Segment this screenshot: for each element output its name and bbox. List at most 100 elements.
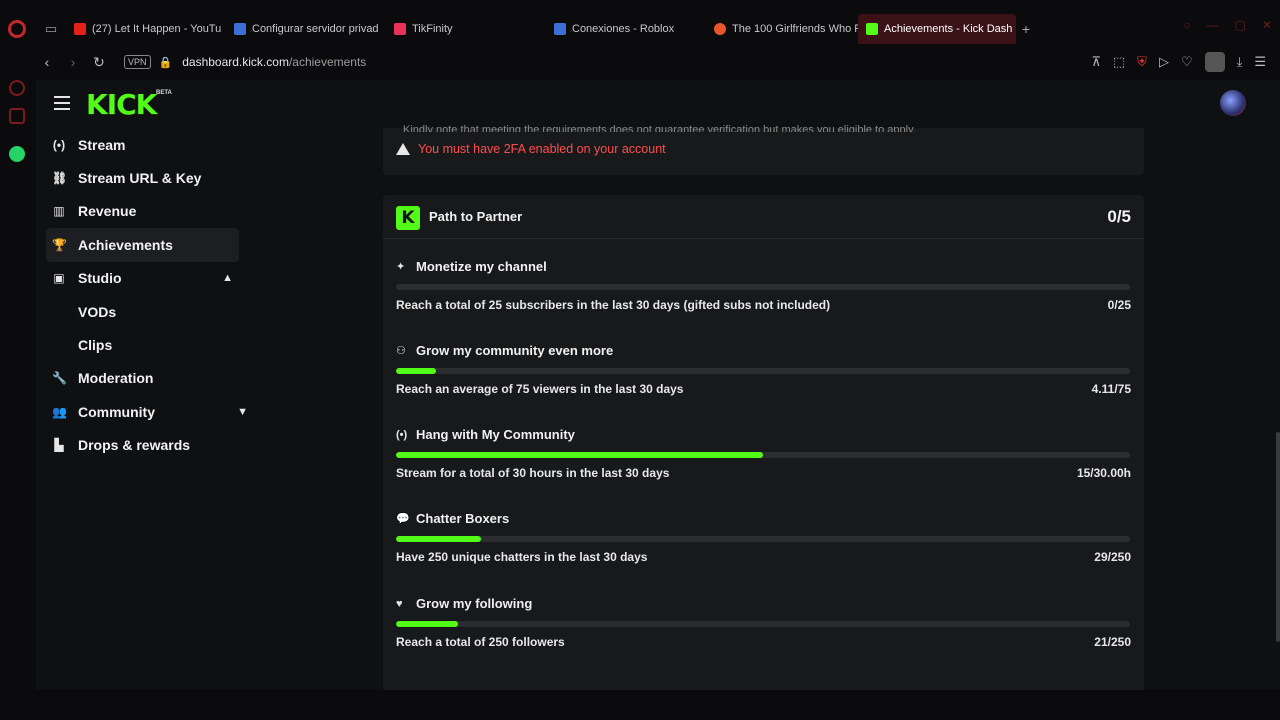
url-path: /achievements [288,55,367,69]
search-tabs-icon[interactable]: ○ [1183,18,1190,32]
new-tab-button[interactable]: + [1016,14,1036,44]
opera-logo-icon[interactable] [8,20,26,38]
kick-logo[interactable]: KICK [86,88,157,121]
achievement-title-text: Grow my community even more [416,343,614,358]
vpn-badge[interactable]: VPN [124,55,151,69]
user-avatar[interactable] [1220,90,1246,116]
tab-roblox-connections[interactable]: Conexiones - Roblox [546,14,706,44]
achievement-hang-with-community: (•) Hang with My Community Stream for a t… [396,427,1131,511]
progress-bar [396,452,1130,458]
studio-icon: ▣ [53,271,65,286]
sidebar-item-label: Drops & rewards [78,437,191,454]
achievement-progress: 4.11/75 [1091,382,1131,396]
sidebar-item-stream-url-key[interactable]: ⛓ Stream URL & Key [36,161,246,194]
tab-youtube[interactable]: (27) Let It Happen - YouTu [66,14,226,44]
chevron-up-icon[interactable]: ▲ [222,272,233,284]
sidebar-item-achievements[interactable]: 🏆 Achievements [46,228,239,262]
tab-100-girlfriends[interactable]: The 100 Girlfriends Who R [706,14,858,44]
back-button[interactable]: ‹ [36,54,58,70]
close-window-button[interactable]: ✕ [1262,18,1272,32]
people-icon: ⚇ [396,345,406,357]
dashboard-header: KICK BETA [36,80,1280,128]
forward-button[interactable]: › [62,54,84,70]
roblox-icon [554,23,566,35]
kick-dashboard: KICK BETA (•) Stream ⛓ Stream URL & Key ▥ R… [36,80,1280,690]
sparkle-icon: ✦ [396,261,406,273]
sidebar-item-revenue[interactable]: ▥ Revenue [36,195,246,228]
snapshot-icon[interactable]: ⬚ [1113,54,1125,70]
lock-icon[interactable]: 🔒 [159,56,173,69]
dashboard-sidebar: (•) Stream ⛓ Stream URL & Key ▥ Revenue 🏆 Ac… [36,128,248,462]
minimize-button[interactable]: — [1207,18,1219,32]
achievement-monetize: ✦ Monetize my channel Reach a total of 25… [396,259,1131,343]
tab-tikfinity[interactable]: TikFinity [386,14,546,44]
broadcast-icon: (•) [396,428,408,441]
sidebar-item-label: Clips [78,337,113,354]
podium-icon: ▙ [54,438,64,453]
verification-note: Kindly note that meeting the requirement… [403,124,916,132]
achievement-progress: 15/30.00h [1076,466,1131,480]
achievement-grow-community: ⚇ Grow my community even more Reach an av… [396,343,1131,427]
achievement-title: ✦ Monetize my channel [396,259,547,274]
chevron-down-icon[interactable]: ▼ [237,406,248,418]
wrench-icon: 🔧 [52,371,67,386]
whatsapp-icon[interactable] [9,146,25,162]
maximize-button[interactable]: ▢ [1235,18,1246,32]
tab-roblox-server[interactable]: Configurar servidor privad [226,14,386,44]
partner-card-title: Path to Partner [429,209,523,224]
sidebar-item-vods[interactable]: VODs [36,295,246,328]
kick-icon [866,23,878,35]
achievement-requirement: Have 250 unique chatters in the last 30 … [396,550,648,564]
reload-button[interactable]: ↻ [88,54,110,71]
shield-icon[interactable]: ⛨ [1137,54,1147,70]
achievement-title-text: Chatter Boxers [416,511,510,526]
achievement-grow-following: ♥ Grow my following Reach a total of 250 … [396,596,1131,680]
sidebar-item-studio[interactable]: ▣ Studio ▲ [46,262,239,295]
link-icon: ⛓ [52,171,68,186]
opera-aria-icon[interactable] [9,80,25,96]
achievement-progress: 29/250 [1094,550,1131,564]
workspaces-icon[interactable]: ▭ [36,14,66,44]
sidebar-item-moderation[interactable]: 🔧 Moderation [36,362,246,395]
beta-label: BETA [156,90,172,96]
tikfinity-icon [394,23,406,35]
opera-sidebar [0,44,36,720]
sidebar-item-community[interactable]: 👥 Community ▼ [36,395,248,428]
achievement-requirement: Reach a total of 250 followers [396,635,565,649]
partner-completed-count: 0/5 [1107,207,1131,226]
achievement-title-text: Hang with My Community [416,427,575,442]
browser-profile-avatar[interactable] [1204,52,1225,72]
warning-text: You must have 2FA enabled on your accoun… [418,142,666,156]
url-field[interactable]: dashboard.kick.com/achievements [182,55,366,69]
sidebar-item-label: VODs [78,303,117,320]
tab-achievements-kick[interactable]: Achievements - Kick Dash [858,14,1016,44]
kick-badge-icon: K [396,206,420,230]
users-icon: 👥 [52,404,67,419]
progress-fill [396,368,437,374]
trophy-icon: 🏆 [52,237,67,252]
download-icon[interactable]: ⤓ [1237,54,1243,70]
achievement-progress: 21/250 [1094,635,1131,649]
heart-icon[interactable]: ♡ [1181,54,1193,70]
browser-toolbar: ⊼ ⬚ ⛨ ▷ ♡ ⤓ ☰ [1091,44,1266,80]
achievement-title: (•) Hang with My Community [396,427,575,442]
warning-icon [396,143,410,155]
opera-ai-icon[interactable] [9,108,25,124]
progress-bar [396,536,1130,542]
hamburger-menu-icon[interactable] [54,96,70,110]
player-icon[interactable]: ▷ [1159,54,1169,70]
achievement-requirement: Reach a total of 25 subscribers in the l… [396,298,831,312]
sidebar-item-label: Community [78,403,155,420]
sidebar-item-stream[interactable]: (•) Stream [36,128,246,161]
sidebar-item-drops-rewards[interactable]: ▙ Drops & rewards [36,429,246,462]
verification-card: Kindly note that meeting the requirement… [383,124,1144,175]
achievement-title: 💬 Chatter Boxers [396,511,509,526]
youtube-icon [74,23,86,35]
pin-icon[interactable]: ⊼ [1091,54,1101,70]
page-scrollbar[interactable] [1276,432,1280,642]
partner-card-header: K Path to Partner 0/5 [383,195,1144,239]
sidebar-item-clips[interactable]: Clips [36,328,246,361]
window-controls: ○ — ▢ ✕ [1183,18,1272,32]
progress-fill [396,452,763,458]
menu-icon[interactable]: ☰ [1254,54,1266,70]
